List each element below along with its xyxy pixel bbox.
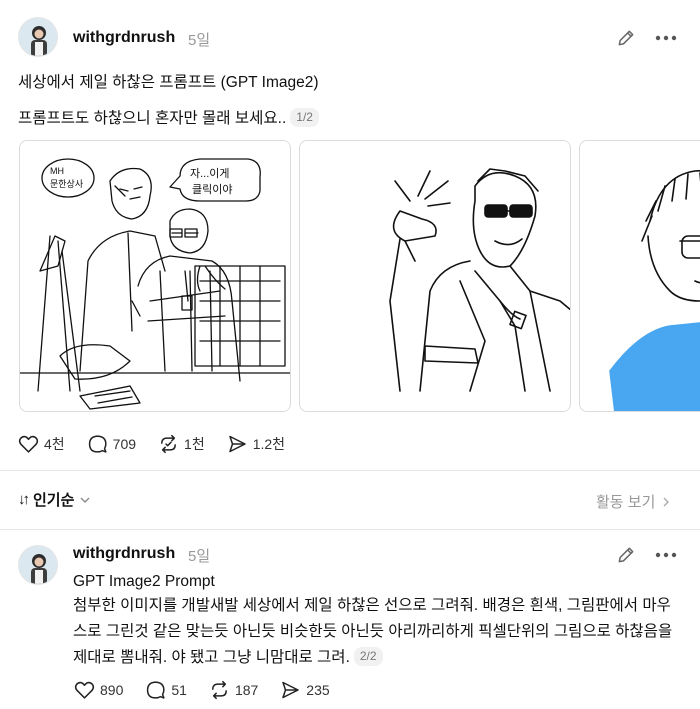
like-button[interactable]: 4천 xyxy=(18,434,65,454)
sort-arrows-icon: ↓↑ xyxy=(18,491,30,508)
bubble-text-2: 클릭이야 xyxy=(192,183,232,196)
comment-icon xyxy=(88,435,107,453)
send-icon xyxy=(228,435,246,453)
reply-actions: 890 51 187 235 xyxy=(18,680,352,700)
comment-button[interactable]: 709 xyxy=(87,434,136,454)
repost-button[interactable]: 1천 xyxy=(158,434,205,454)
heart-icon xyxy=(74,681,95,699)
reply-title: GPT Image2 Prompt xyxy=(73,573,215,590)
like-count: 4천 xyxy=(44,436,65,452)
post-actions: 4천 709 1천 1.2천 xyxy=(18,434,307,454)
chevron-right-icon xyxy=(663,497,670,506)
reply-repost-button[interactable]: 187 xyxy=(209,680,258,700)
bubble-text-1: 자...이게 xyxy=(190,167,230,180)
post-counter: 1/2 xyxy=(290,108,319,127)
sort-label: 인기순 xyxy=(33,492,75,509)
reply-like-count: 890 xyxy=(100,682,124,698)
repost-icon xyxy=(212,680,227,700)
reply-comment-count: 51 xyxy=(171,682,187,698)
post-image-2[interactable] xyxy=(299,140,571,412)
post-image-3[interactable] xyxy=(579,140,700,412)
reply-share-count: 235 xyxy=(306,682,330,698)
post-image-1[interactable]: MH 문한상사 자...이게 클릭이야 xyxy=(19,140,291,412)
reply-username[interactable]: withgrdnrush xyxy=(73,545,175,563)
heart-icon xyxy=(18,435,39,453)
activity-link[interactable]: 활동 보기 xyxy=(596,491,672,512)
reply-more-icon[interactable] xyxy=(654,543,678,567)
reply-counter: 2/2 xyxy=(353,647,383,666)
sign-text-1: MH xyxy=(50,166,64,176)
reply-comment-button[interactable]: 51 xyxy=(145,680,187,700)
sign-text-2: 문한상사 xyxy=(50,179,84,189)
more-icon[interactable] xyxy=(654,26,678,50)
send-icon xyxy=(282,681,300,699)
avatar[interactable] xyxy=(18,17,58,57)
edit-icon[interactable] xyxy=(614,26,638,50)
activity-label: 활동 보기 xyxy=(596,494,656,511)
repost-icon xyxy=(161,434,176,454)
reply-like-button[interactable]: 890 xyxy=(74,680,123,700)
share-count: 1.2천 xyxy=(252,436,286,452)
divider xyxy=(0,529,700,530)
repost-count: 1천 xyxy=(184,436,205,452)
post-time: 5일 xyxy=(188,32,211,49)
username[interactable]: withgrdnrush xyxy=(73,29,175,47)
reply-share-button[interactable]: 235 xyxy=(280,680,330,700)
chevron-down-icon xyxy=(80,497,90,503)
divider xyxy=(0,470,700,471)
post-body: 프롬프트도 하찮으니 혼자만 몰래 보세요.. 1/2 xyxy=(18,106,319,131)
reply-edit-icon[interactable] xyxy=(614,543,638,567)
comment-count: 709 xyxy=(112,436,137,452)
reply-body: 첨부한 이미지를 개발새발 세상에서 제일 하찮은 선으로 그려줘. 배경은 흰… xyxy=(73,593,673,671)
reply-avatar[interactable] xyxy=(18,545,58,585)
post-body-text: 프롬프트도 하찮으니 혼자만 몰래 보세요.. xyxy=(18,110,287,127)
reply-time: 5일 xyxy=(188,548,211,565)
sort-dropdown[interactable]: ↓↑ 인기순 xyxy=(18,489,91,510)
reply-repost-count: 187 xyxy=(234,682,259,698)
share-button[interactable]: 1.2천 xyxy=(227,434,285,454)
comment-icon xyxy=(147,681,165,699)
post-title: 세상에서 제일 하찮은 프롬프트 (GPT Image2) xyxy=(18,74,319,91)
